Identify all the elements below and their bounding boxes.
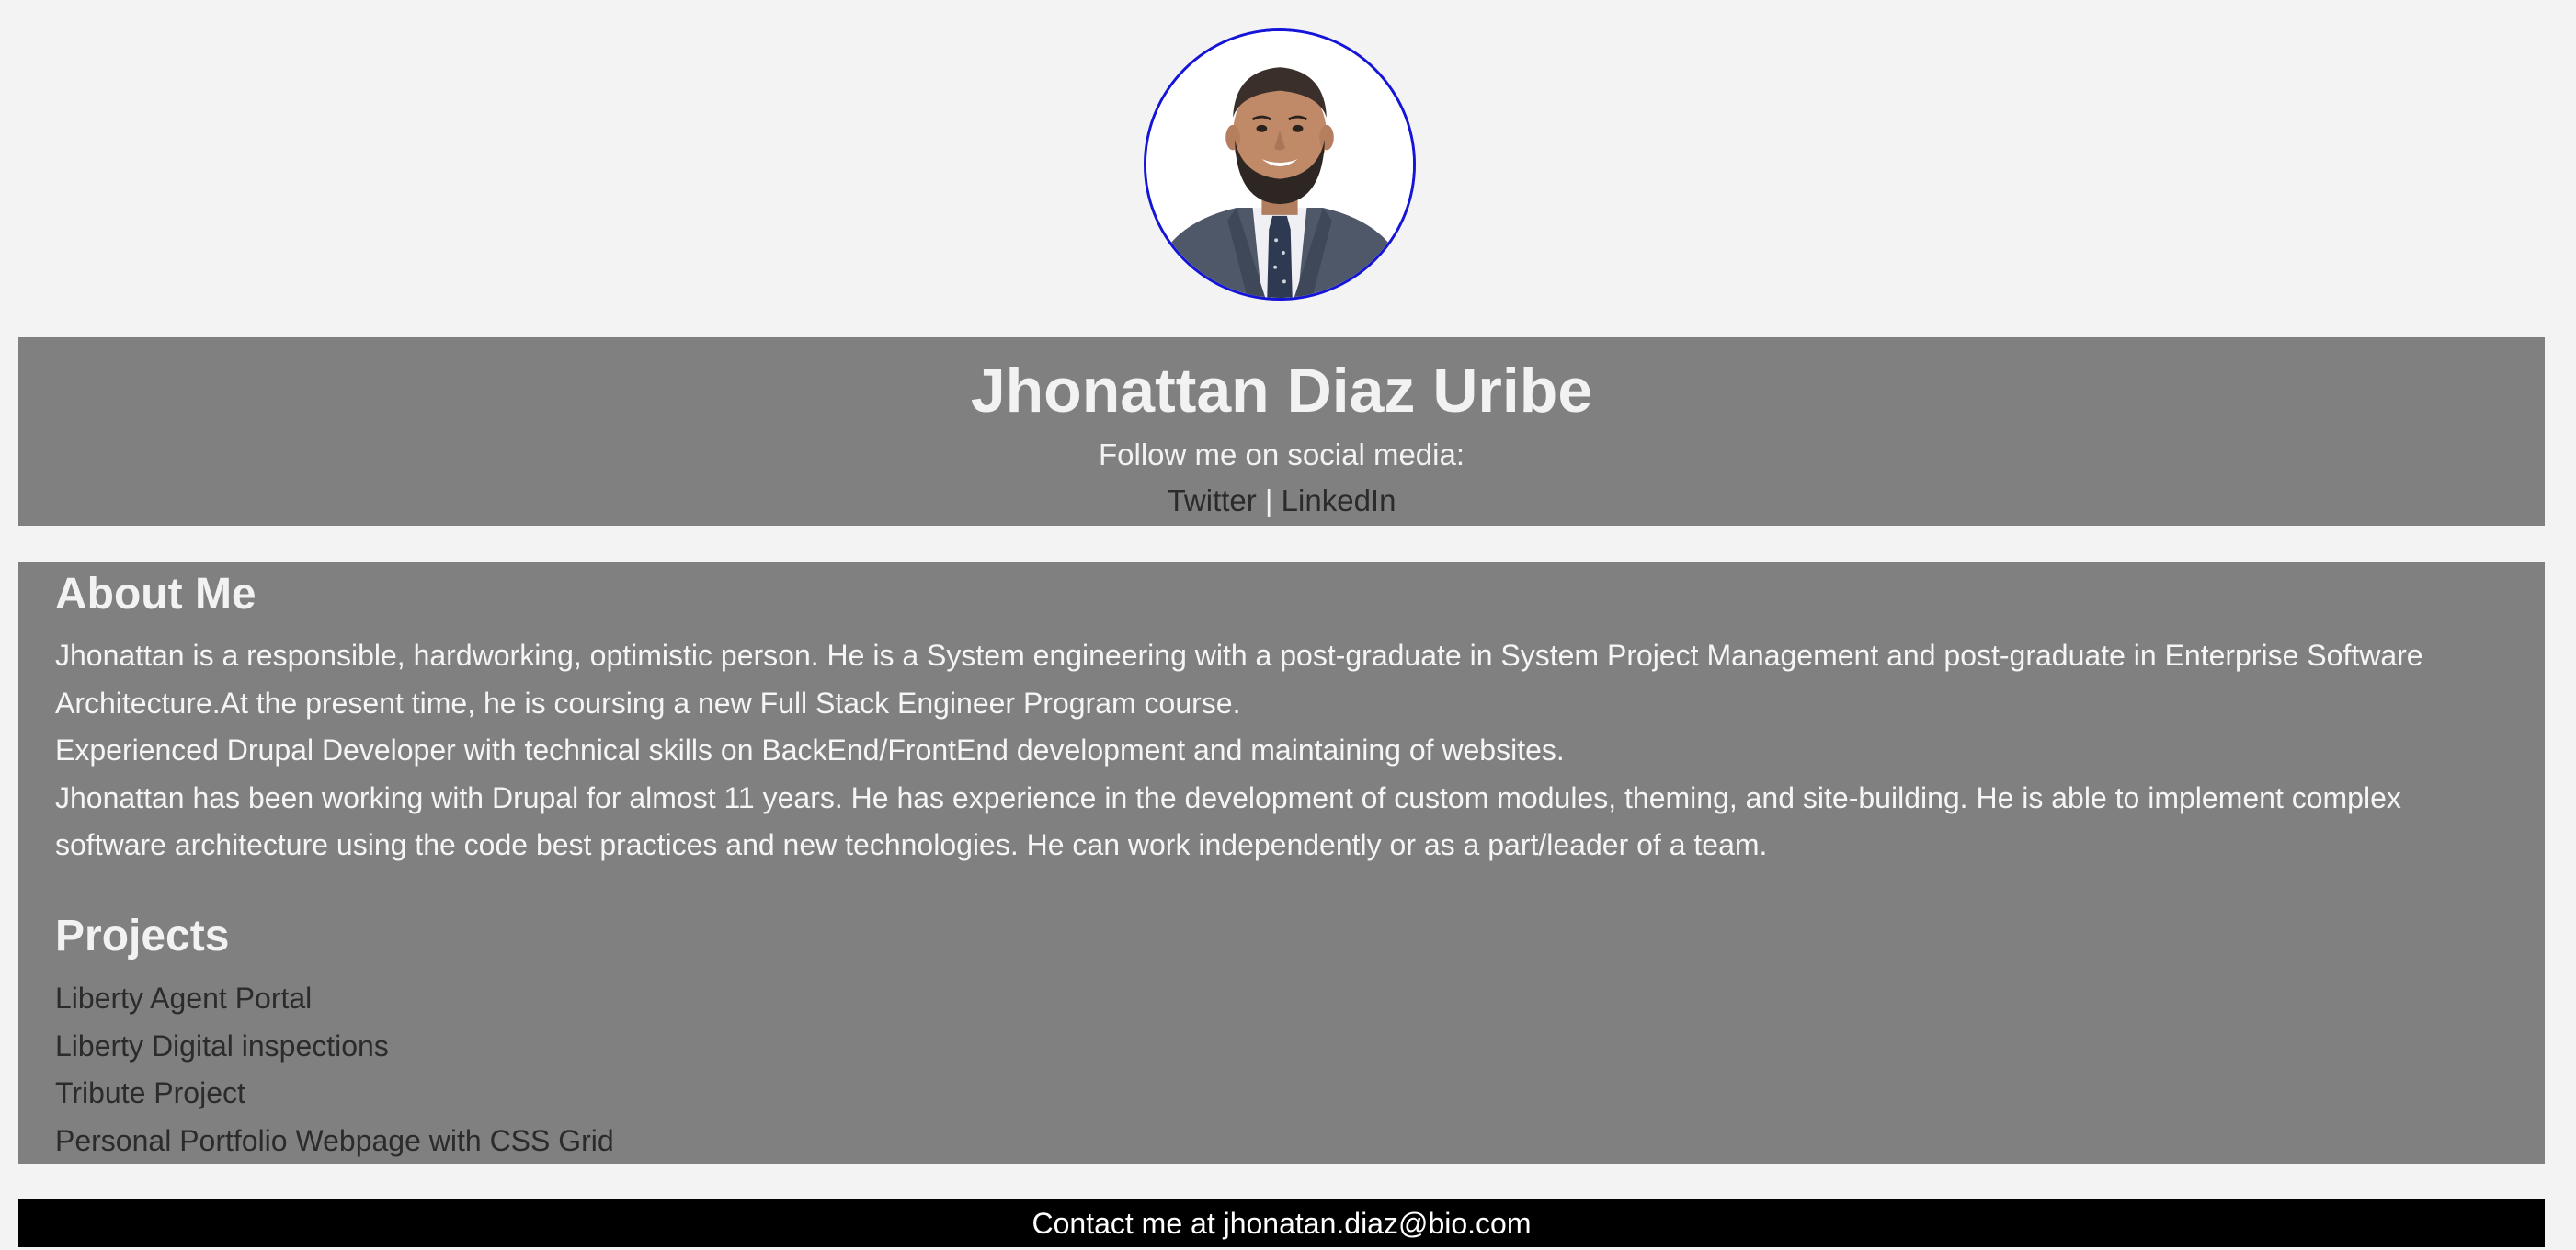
project-link[interactable]: Liberty Agent Portal (55, 982, 312, 1015)
project-link[interactable]: Liberty Digital inspections (55, 1029, 389, 1062)
about-title: About Me (55, 570, 256, 619)
projects-list: Liberty Agent Portal Liberty Digital ins… (55, 975, 614, 1165)
project-item: Personal Portfolio Webpage with CSS Grid (55, 1118, 614, 1165)
about-paragraph: Jhonattan has been working with Drupal f… (55, 780, 2401, 862)
social-links: Twitter | LinkedIn (18, 483, 2545, 519)
contact-text: Contact me at jhonatan.diaz@bio.com (1032, 1207, 1532, 1240)
projects-title: Projects (55, 912, 230, 960)
footer: Contact me at jhonatan.diaz@bio.com (18, 1199, 2545, 1247)
twitter-link[interactable]: Twitter (1168, 483, 1257, 517)
social-separator: | (1264, 483, 1273, 517)
profile-avatar (1144, 28, 1416, 301)
project-link[interactable]: Tribute Project (55, 1076, 245, 1109)
about-paragraph: Jhonattan is a responsible, hardworking,… (55, 639, 2423, 720)
page: Jhonattan Diaz Uribe Follow me on social… (0, 0, 2576, 1250)
main-content: About Me Jhonattan is a responsible, har… (18, 562, 2545, 1164)
project-item: Liberty Digital inspections (55, 1023, 614, 1071)
profile-name: Jhonattan Diaz Uribe (970, 356, 1593, 426)
follow-text: Follow me on social media: (1099, 438, 1465, 472)
project-link[interactable]: Personal Portfolio Webpage with CSS Grid (55, 1124, 614, 1157)
project-item: Tribute Project (55, 1070, 614, 1118)
project-item: Liberty Agent Portal (55, 975, 614, 1023)
linkedin-link[interactable]: LinkedIn (1282, 483, 1396, 517)
profile-photo (1146, 31, 1413, 298)
about-paragraph: Experienced Drupal Developer with techni… (55, 733, 1565, 767)
header-band: Jhonattan Diaz Uribe Follow me on social… (18, 337, 2545, 526)
about-text: Jhonattan is a responsible, hardworking,… (55, 632, 2519, 869)
